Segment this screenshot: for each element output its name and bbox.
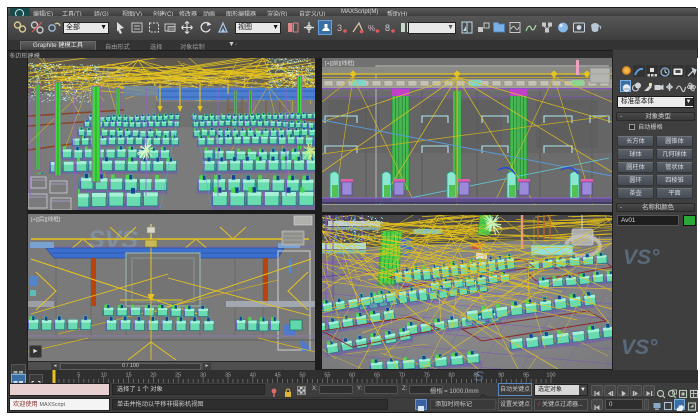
svg-text:80: 80	[449, 373, 455, 379]
svg-text:15: 15	[126, 373, 132, 379]
svg-text:90: 90	[498, 373, 504, 379]
svg-text:30: 30	[200, 373, 206, 379]
svg-text:50: 50	[299, 373, 305, 379]
svg-text:55: 55	[324, 373, 330, 379]
svg-text:5: 5	[77, 373, 80, 379]
svg-text:%: %	[368, 24, 375, 33]
svg-text:35: 35	[225, 373, 231, 379]
svg-text:3: 3	[337, 23, 342, 33]
svg-text:[+][后][线框]: [+][后][线框]	[31, 215, 61, 223]
svg-text:95: 95	[523, 373, 529, 379]
svg-text:70: 70	[399, 373, 405, 379]
svg-text:75: 75	[424, 373, 430, 379]
svg-text:NES: NES	[94, 65, 125, 82]
svg-text:8: 8	[385, 23, 390, 33]
svg-text:[+][前][线框]: [+][前][线框]	[325, 59, 355, 67]
svg-text:45: 45	[275, 373, 281, 379]
svg-text:25: 25	[175, 373, 181, 379]
svg-text:20: 20	[150, 373, 156, 379]
svg-text:65: 65	[374, 373, 380, 379]
svg-text:10: 10	[101, 373, 107, 379]
svg-text:40: 40	[250, 373, 256, 379]
svg-text:100: 100	[546, 373, 555, 379]
svg-text:60: 60	[349, 373, 355, 379]
